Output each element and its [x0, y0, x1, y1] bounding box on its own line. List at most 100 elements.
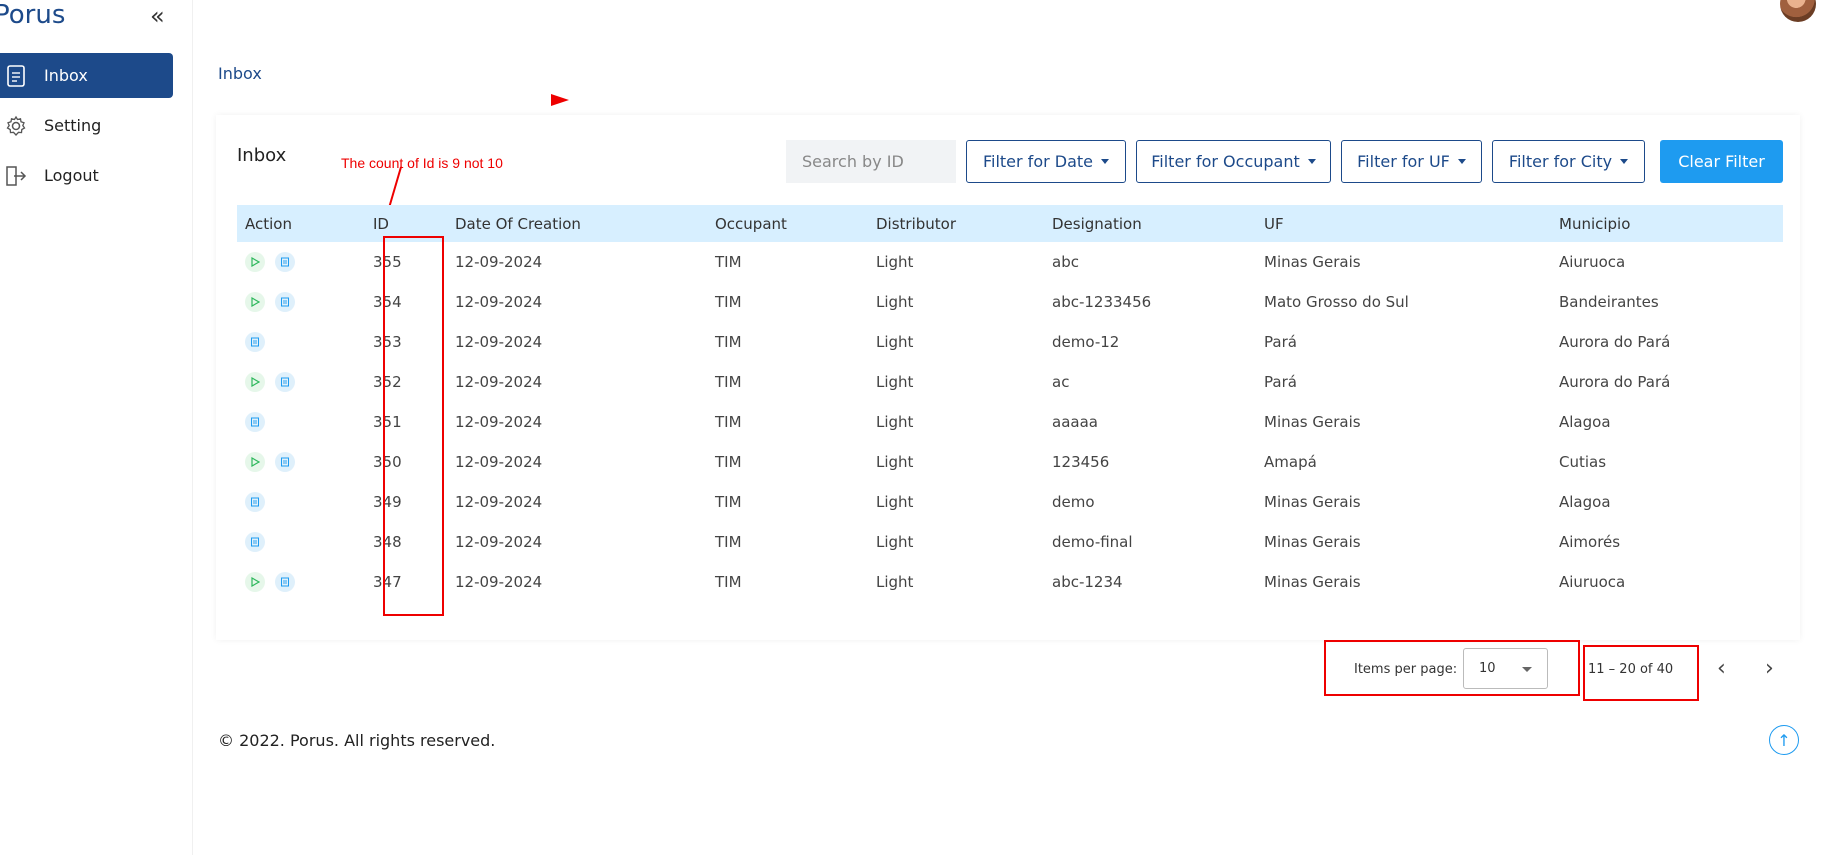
uf-cell: Minas Gerais — [1264, 533, 1361, 551]
column-header: Distributor — [876, 214, 957, 233]
municipio-cell: Aiuruoca — [1559, 253, 1626, 271]
id-cell: 349 — [373, 493, 402, 511]
play-icon[interactable] — [245, 572, 265, 592]
id-cell: 350 — [373, 453, 402, 471]
filter-city-button[interactable]: Filter for City — [1492, 140, 1645, 183]
scroll-to-top-button[interactable]: ↑ — [1769, 725, 1799, 755]
document-icon[interactable] — [275, 372, 295, 392]
action-cell — [237, 442, 365, 482]
sidebar-nav: Inbox Setting Logout — [0, 53, 173, 203]
table-row[interactable]: 350 12-09-2024 TIM Light 123456 Amapá Cutias — [237, 442, 1783, 482]
action-cell — [237, 362, 365, 402]
caret-down-icon — [1522, 667, 1532, 672]
action-cell — [237, 282, 365, 322]
sidebar-item-setting[interactable]: Setting — [0, 103, 173, 148]
document-icon[interactable] — [275, 452, 295, 472]
id-cell: 348 — [373, 533, 402, 551]
document-icon[interactable] — [245, 492, 265, 512]
sidebar-item-logout[interactable]: Logout — [0, 153, 173, 198]
sidebar-item-inbox[interactable]: Inbox — [0, 53, 173, 98]
logout-icon — [4, 164, 28, 188]
user-avatar[interactable] — [1780, 0, 1816, 22]
play-icon[interactable] — [245, 452, 265, 472]
distributor-cell: Light — [876, 453, 914, 471]
document-icon[interactable] — [275, 292, 295, 312]
items-per-page-label: Items per page: — [1354, 662, 1458, 677]
items-per-page-select[interactable]: 10 — [1463, 648, 1548, 689]
previous-page-button[interactable]: ‹ — [1717, 656, 1726, 681]
filter-city-label: Filter for City — [1508, 152, 1613, 171]
municipio-cell: Aimorés — [1559, 533, 1621, 551]
uf-cell: Pará — [1264, 333, 1297, 351]
caret-down-icon — [1457, 159, 1466, 164]
occupant-cell: TIM — [715, 293, 742, 311]
occupant-cell: TIM — [715, 333, 742, 351]
occupant-cell: TIM — [715, 453, 742, 471]
caret-down-icon — [1101, 159, 1110, 164]
designation-cell: demo-final — [1052, 533, 1133, 551]
page-range-label: 11 – 20 of 40 — [1588, 662, 1674, 677]
action-cell — [237, 322, 365, 362]
next-page-button[interactable]: › — [1765, 656, 1774, 681]
table-row[interactable]: 349 12-09-2024 TIM Light demo Minas Gerais Ala… — [237, 482, 1783, 522]
id-cell: 352 — [373, 373, 402, 391]
sidebar-item-label: Setting — [44, 116, 102, 135]
designation-cell: demo-12 — [1052, 333, 1120, 351]
filter-uf-label: Filter for UF — [1357, 152, 1450, 171]
distributor-cell: Light — [876, 333, 914, 351]
designation-cell: ac — [1052, 373, 1070, 391]
document-icon[interactable] — [275, 572, 295, 592]
id-cell: 354 — [373, 293, 402, 311]
action-cell — [237, 242, 365, 282]
play-icon[interactable] — [245, 252, 265, 272]
id-cell: 351 — [373, 413, 402, 431]
occupant-cell: TIM — [715, 373, 742, 391]
play-icon[interactable] — [245, 292, 265, 312]
uf-cell: Minas Gerais — [1264, 253, 1361, 271]
distributor-cell: Light — [876, 413, 914, 431]
table-row[interactable]: 353 12-09-2024 TIM Light demo-12 Pará Aurora d… — [237, 322, 1783, 362]
document-icon[interactable] — [275, 252, 295, 272]
designation-cell: abc-1234 — [1052, 573, 1123, 591]
caret-down-icon — [1620, 159, 1629, 164]
table-row[interactable]: 352 12-09-2024 TIM Light ac Pará Aurora do Par… — [237, 362, 1783, 402]
caret-down-icon — [1307, 159, 1316, 164]
collapse-sidebar-button[interactable]: « — [150, 4, 165, 28]
breadcrumb[interactable]: Inbox — [218, 64, 262, 83]
column-header: Action — [245, 214, 292, 233]
municipio-cell: Cutias — [1559, 453, 1607, 471]
document-icon[interactable] — [245, 412, 265, 432]
table-row[interactable]: 348 12-09-2024 TIM Light demo-final Minas Ger… — [237, 522, 1783, 562]
table-row[interactable]: 351 12-09-2024 TIM Light aaaaa Minas Gerais Al… — [237, 402, 1783, 442]
card-title: Inbox — [237, 145, 287, 166]
table-row[interactable]: 355 12-09-2024 TIM Light abc Minas Gerais Aiur… — [237, 242, 1783, 282]
distributor-cell: Light — [876, 573, 914, 591]
action-cell — [237, 562, 365, 602]
uf-cell: Pará — [1264, 373, 1297, 391]
document-icon[interactable] — [245, 532, 265, 552]
municipio-cell: Alagoa — [1559, 413, 1611, 431]
table-row[interactable]: 354 12-09-2024 TIM Light abc-1233456 Mato Gro… — [237, 282, 1783, 322]
table-row[interactable]: 347 12-09-2024 TIM Light abc-1234 Minas Gerai… — [237, 562, 1783, 602]
sidebar-item-label: Logout — [44, 166, 99, 185]
filter-date-button[interactable]: Filter for Date — [966, 140, 1126, 183]
play-icon[interactable] — [245, 372, 265, 392]
items-per-page-value: 10 — [1479, 661, 1496, 676]
date-cell: 12-09-2024 — [455, 333, 543, 351]
municipio-cell: Aurora do Pará — [1559, 373, 1671, 391]
document-icon[interactable] — [245, 332, 265, 352]
clear-filter-button[interactable]: Clear Filter — [1660, 140, 1783, 183]
filter-uf-button[interactable]: Filter for UF — [1341, 140, 1482, 183]
date-cell: 12-09-2024 — [455, 573, 543, 591]
uf-cell: Minas Gerais — [1264, 413, 1361, 431]
municipio-cell: Bandeirantes — [1559, 293, 1659, 311]
action-cell — [237, 402, 365, 442]
sidebar-item-label: Inbox — [44, 66, 88, 85]
search-input[interactable] — [786, 140, 956, 183]
filter-occupant-button[interactable]: Filter for Occupant — [1136, 140, 1331, 183]
sidebar: Porus « Inbox Setting Logout — [0, 0, 193, 855]
filter-occupant-label: Filter for Occupant — [1151, 152, 1300, 171]
date-cell: 12-09-2024 — [455, 373, 543, 391]
designation-cell: aaaaa — [1052, 413, 1098, 431]
action-cell — [237, 522, 365, 562]
